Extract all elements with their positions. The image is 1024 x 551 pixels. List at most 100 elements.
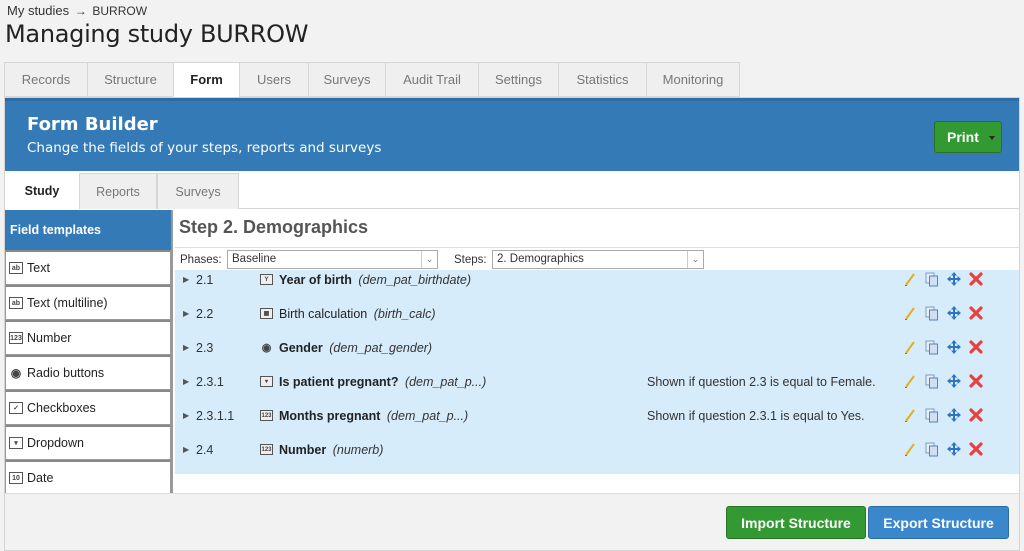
- row-actions: [902, 441, 984, 457]
- subtab-reports[interactable]: Reports: [79, 173, 157, 209]
- move-icon[interactable]: [946, 305, 962, 321]
- phases-value: Baseline: [232, 253, 277, 265]
- move-icon[interactable]: [946, 407, 962, 423]
- expand-triangle-icon[interactable]: ▶: [183, 377, 189, 386]
- sub-tabs: Study Reports Surveys: [5, 173, 1019, 209]
- dropdown-icon: ▾: [9, 437, 23, 449]
- field-template-label: Checkboxes: [27, 401, 96, 415]
- field-row[interactable]: ▶ 2.3 ◉ Gender (dem_pat_gender): [175, 338, 1019, 372]
- tab-audit-trail[interactable]: Audit Trail: [385, 62, 478, 97]
- pencil-icon[interactable]: [902, 339, 918, 355]
- delete-icon[interactable]: [968, 339, 984, 355]
- pencil-icon[interactable]: [902, 305, 918, 321]
- expand-triangle-icon[interactable]: ▶: [183, 309, 189, 318]
- field-template-item[interactable]: 10 Date: [5, 460, 171, 495]
- move-icon[interactable]: [946, 271, 962, 287]
- field-templates-header: Field templates: [5, 210, 171, 250]
- delete-icon[interactable]: [968, 407, 984, 423]
- form-builder-header: Form Builder Change the fields of your s…: [5, 98, 1019, 171]
- field-template-item[interactable]: 123 Number: [5, 320, 171, 355]
- field-row[interactable]: ▶ 2.4 123 Number (numerb): [175, 440, 1019, 474]
- delete-icon[interactable]: [968, 373, 984, 389]
- field-variable: (dem_pat_p...): [404, 375, 487, 389]
- pencil-icon[interactable]: [902, 271, 918, 287]
- steps-select[interactable]: 2. Demographics ⌄: [492, 250, 704, 269]
- chevron-down-icon: ⌄: [421, 251, 437, 268]
- field-variable: (numerb): [332, 443, 384, 457]
- tab-statistics[interactable]: Statistics: [558, 62, 646, 97]
- tab-structure[interactable]: Structure: [87, 62, 173, 97]
- import-structure-button[interactable]: Import Structure: [726, 506, 866, 539]
- move-icon[interactable]: [946, 441, 962, 457]
- field-condition: Shown if question 2.3.1 is equal to Yes.: [647, 409, 865, 423]
- field-template-item[interactable]: ab Text (multiline): [5, 285, 171, 320]
- row-actions: [902, 373, 984, 389]
- export-structure-button[interactable]: Export Structure: [868, 506, 1009, 539]
- tab-form[interactable]: Form: [173, 62, 239, 97]
- chevron-down-icon: ⌄: [687, 251, 703, 268]
- date-icon: 10: [9, 472, 23, 484]
- calculation-icon: ▦: [260, 308, 273, 319]
- copy-icon[interactable]: [924, 305, 940, 321]
- field-number: 2.3.1.1: [196, 409, 235, 423]
- radio-icon: ◉: [261, 342, 272, 354]
- field-label: Months pregnant (dem_pat_p...): [279, 409, 468, 423]
- number-icon: 123: [9, 332, 23, 344]
- field-template-item[interactable]: ▾ Dropdown: [5, 425, 171, 460]
- field-template-item[interactable]: ✓ Checkboxes: [5, 390, 171, 425]
- field-number: 2.1: [196, 273, 214, 287]
- field-template-label: Date: [27, 471, 54, 485]
- field-row[interactable]: ▶ 2.3.1.1 123 Months pregnant (dem_pat_p...…: [175, 406, 1019, 440]
- field-condition: Shown if question 2.3 is equal to Female…: [647, 375, 876, 389]
- tab-settings[interactable]: Settings: [478, 62, 558, 97]
- copy-icon[interactable]: [924, 271, 940, 287]
- field-label: Is patient pregnant? (dem_pat_p...): [279, 375, 486, 389]
- delete-icon[interactable]: [968, 441, 984, 457]
- expand-triangle-icon[interactable]: ▶: [183, 411, 189, 420]
- move-icon[interactable]: [946, 339, 962, 355]
- subtab-study[interactable]: Study: [5, 173, 79, 209]
- field-template-label: Number: [27, 331, 72, 345]
- year-icon: Y: [260, 274, 273, 285]
- tab-records[interactable]: Records: [4, 62, 87, 97]
- field-row[interactable]: ▶ 2.3.1 ▾ Is patient pregnant? (dem_pat_p..…: [175, 372, 1019, 406]
- step-filters: Phases: Baseline ⌄ Steps: 2. Demographic…: [175, 247, 1019, 270]
- field-variable: (dem_pat_gender): [329, 341, 433, 355]
- field-template-item[interactable]: ab Text: [5, 250, 171, 285]
- field-row[interactable]: ▶ 2.1 Y Year of birth (dem_pat_birthdate): [175, 270, 1019, 304]
- row-actions: [902, 407, 984, 423]
- field-name: Gender: [279, 341, 323, 355]
- subtab-surveys[interactable]: Surveys: [157, 173, 239, 209]
- copy-icon[interactable]: [924, 407, 940, 423]
- phases-select[interactable]: Baseline ⌄: [227, 250, 438, 269]
- move-icon[interactable]: [946, 373, 962, 389]
- copy-icon[interactable]: [924, 339, 940, 355]
- field-label: Gender (dem_pat_gender): [279, 341, 432, 355]
- field-name: Months pregnant: [279, 409, 381, 423]
- steps-label: Steps:: [454, 254, 487, 266]
- pencil-icon[interactable]: [902, 373, 918, 389]
- print-button[interactable]: Print: [934, 121, 1002, 153]
- pencil-icon[interactable]: [902, 441, 918, 457]
- copy-icon[interactable]: [924, 441, 940, 457]
- expand-triangle-icon[interactable]: ▶: [183, 445, 189, 454]
- checkbox-icon: ✓: [9, 402, 23, 414]
- row-actions: [902, 271, 984, 287]
- field-variable: (dem_pat_p...): [386, 409, 469, 423]
- pencil-icon[interactable]: [902, 407, 918, 423]
- expand-triangle-icon[interactable]: ▶: [183, 343, 189, 352]
- breadcrumb-my-studies[interactable]: My studies: [7, 3, 69, 18]
- step-title: Step 2. Demographics: [179, 217, 369, 237]
- tab-users[interactable]: Users: [239, 62, 308, 97]
- row-actions: [902, 305, 984, 321]
- field-template-item[interactable]: ◉ Radio buttons: [5, 355, 171, 390]
- tab-monitoring[interactable]: Monitoring: [646, 62, 740, 97]
- field-templates-sidebar: Field templates ab Text ab Text (multiline)…: [5, 210, 173, 495]
- delete-icon[interactable]: [968, 305, 984, 321]
- tab-surveys[interactable]: Surveys: [308, 62, 385, 97]
- field-row[interactable]: ▶ 2.2 ▦ Birth calculation (birth_calc): [175, 304, 1019, 338]
- expand-triangle-icon[interactable]: ▶: [183, 275, 189, 284]
- delete-icon[interactable]: [968, 271, 984, 287]
- dropdown-icon: ▾: [260, 376, 273, 387]
- copy-icon[interactable]: [924, 373, 940, 389]
